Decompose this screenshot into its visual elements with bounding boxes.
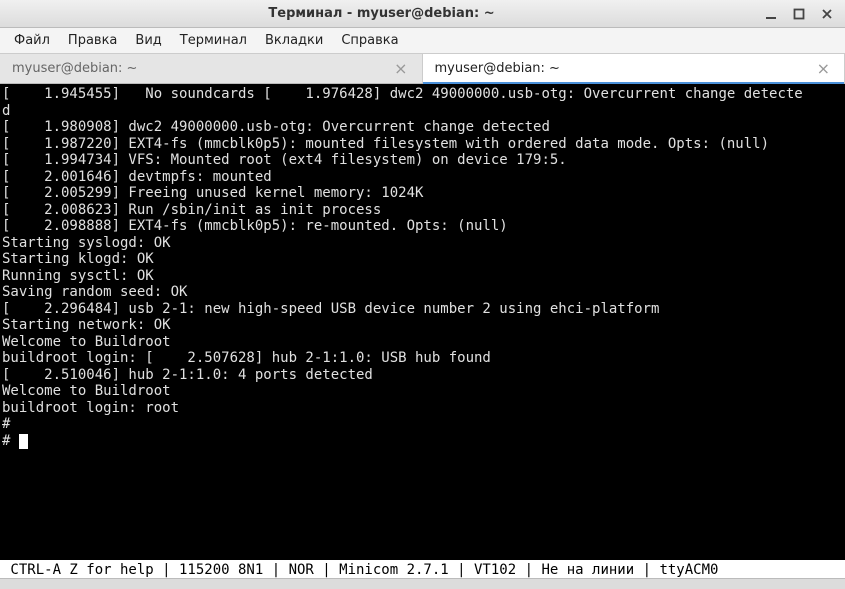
window-titlebar: Терминал - myuser@debian: ~ xyxy=(0,0,845,28)
terminal-line: [ 2.510046] hub 2-1:1.0: 4 ports detecte… xyxy=(2,367,845,384)
terminal-line: [ 2.296484] usb 2-1: new high-speed USB … xyxy=(2,301,845,318)
terminal-line: [ 1.980908] dwc2 49000000.usb-otg: Overc… xyxy=(2,119,845,136)
terminal-line: d xyxy=(2,103,845,120)
close-icon xyxy=(821,8,833,20)
terminal-line: buildroot login: [ 2.507628] hub 2-1:1.0… xyxy=(2,350,845,367)
terminal-line: [ 2.001646] devtmpfs: mounted xyxy=(2,169,845,186)
menu-terminal[interactable]: Терминал xyxy=(172,30,255,51)
tab-strip: myuser@debian: ~ × myuser@debian: ~ × xyxy=(0,54,845,84)
terminal-line: Welcome to Buildroot xyxy=(2,383,845,400)
close-button[interactable] xyxy=(819,6,835,22)
terminal-line: Starting klogd: OK xyxy=(2,251,845,268)
tab-label: myuser@debian: ~ xyxy=(435,61,560,76)
tab-1[interactable]: myuser@debian: ~ × xyxy=(423,54,845,83)
terminal-line: Starting network: OK xyxy=(2,317,845,334)
terminal-line: [ 1.945455] No soundcards [ 1.976428] dw… xyxy=(2,86,845,103)
tab-close-button[interactable]: × xyxy=(392,59,409,78)
menu-tabs[interactable]: Вкладки xyxy=(257,30,331,51)
menu-help[interactable]: Справка xyxy=(333,30,406,51)
tab-0[interactable]: myuser@debian: ~ × xyxy=(0,54,423,83)
terminal-line: buildroot login: root xyxy=(2,400,845,417)
terminal-cursor xyxy=(19,434,28,449)
menu-file[interactable]: Файл xyxy=(6,30,58,51)
terminal-output[interactable]: [ 1.945455] No soundcards [ 1.976428] dw… xyxy=(0,84,845,560)
terminal-line: Saving random seed: OK xyxy=(2,284,845,301)
terminal-line: [ 1.994734] VFS: Mounted root (ext4 file… xyxy=(2,152,845,169)
minimize-button[interactable] xyxy=(763,6,779,22)
tab-close-button[interactable]: × xyxy=(815,59,832,78)
terminal-line: Running sysctl: OK xyxy=(2,268,845,285)
terminal-line: # xyxy=(2,433,845,450)
terminal-line: [ 2.098888] EXT4-fs (mmcblk0p5): re-moun… xyxy=(2,218,845,235)
terminal-line: [ 2.008623] Run /sbin/init as init proce… xyxy=(2,202,845,219)
tab-label: myuser@debian: ~ xyxy=(12,61,137,76)
terminal-line: Starting syslogd: OK xyxy=(2,235,845,252)
terminal-line: # xyxy=(2,416,845,433)
minicom-statusbar: CTRL-A Z for help | 115200 8N1 | NOR | M… xyxy=(0,560,845,579)
bottom-panel-strip xyxy=(0,578,845,589)
terminal-line: [ 2.005299] Freeing unused kernel memory… xyxy=(2,185,845,202)
menubar: Файл Правка Вид Терминал Вкладки Справка xyxy=(0,28,845,54)
terminal-line: [ 1.987220] EXT4-fs (mmcblk0p5): mounted… xyxy=(2,136,845,153)
maximize-button[interactable] xyxy=(791,6,807,22)
minimize-icon xyxy=(765,8,777,20)
window-title: Терминал - myuser@debian: ~ xyxy=(0,6,763,21)
terminal-line: Welcome to Buildroot xyxy=(2,334,845,351)
menu-edit[interactable]: Правка xyxy=(60,30,125,51)
maximize-icon xyxy=(793,8,805,20)
window-controls xyxy=(763,6,845,22)
menu-view[interactable]: Вид xyxy=(127,30,169,51)
